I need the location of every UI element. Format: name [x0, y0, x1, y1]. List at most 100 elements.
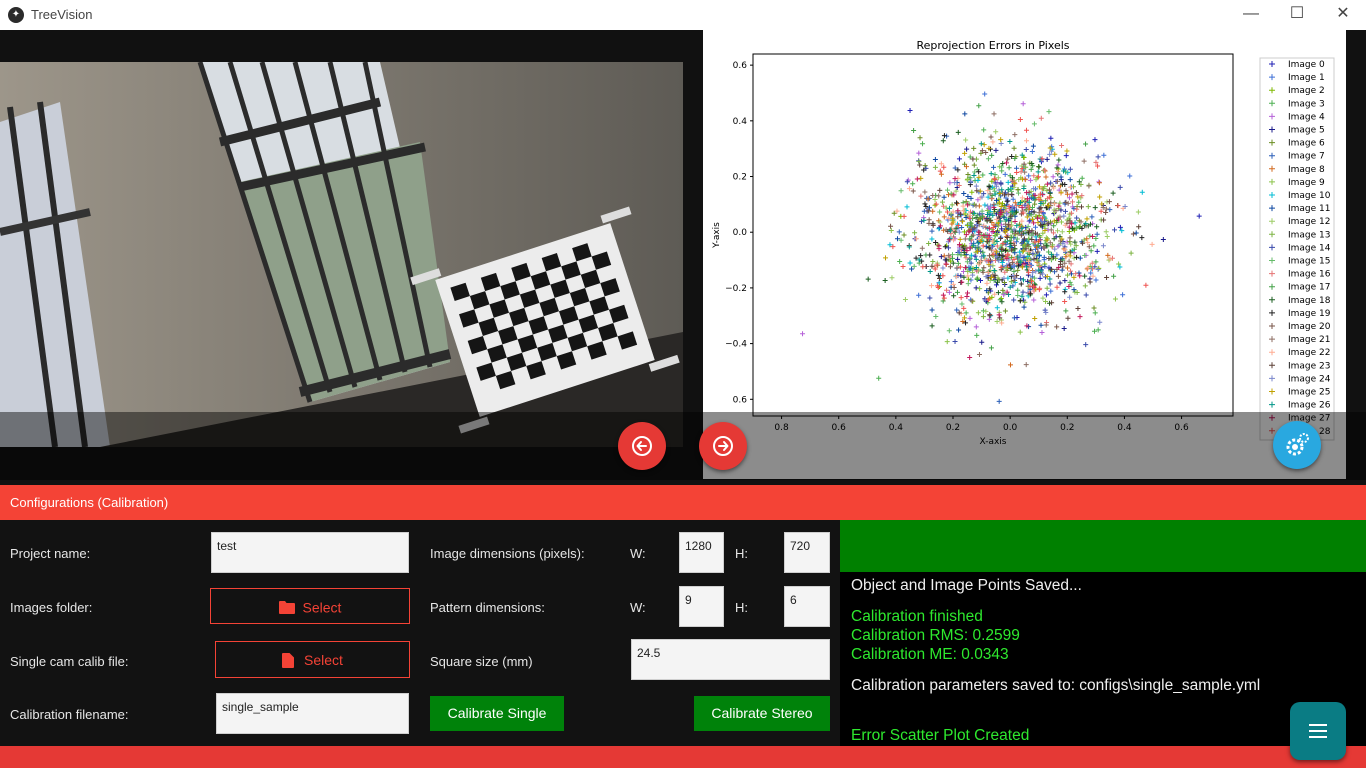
scatter-point — [982, 202, 988, 208]
scatter-point — [1055, 243, 1061, 249]
scatter-point — [1112, 227, 1118, 233]
scatter-point — [888, 228, 894, 234]
legend-entry: Image 2 — [1288, 86, 1325, 96]
legend-entry: Image 20 — [1288, 322, 1331, 332]
scatter-point — [1048, 180, 1054, 186]
scatter-point — [936, 218, 942, 224]
scatter-point — [1032, 316, 1038, 322]
calibration-form: Project name: test Images folder: Select… — [0, 520, 840, 746]
scatter-point — [1083, 342, 1089, 348]
scatter-point — [932, 202, 938, 208]
log-line: Calibration ME: 0.0343 — [851, 646, 1009, 663]
scatter-point — [1058, 174, 1064, 180]
scatter-point — [929, 228, 935, 234]
scatter-point — [1004, 198, 1010, 204]
scatter-point — [1059, 229, 1065, 235]
images-folder-select-button[interactable]: Select — [210, 588, 410, 624]
pattern-height-input[interactable]: 6 — [784, 586, 830, 627]
minimize-button[interactable]: — — [1228, 0, 1274, 30]
log-line: Calibration parameters saved to: configs… — [851, 677, 1261, 694]
scatter-point — [941, 295, 947, 301]
scatter-point — [1050, 174, 1056, 180]
scatter-point — [1065, 265, 1071, 271]
scatter-point — [920, 264, 926, 270]
log-console: Object and Image Points Saved... Calibra… — [840, 520, 1366, 746]
scatter-point — [1000, 160, 1006, 166]
square-size-input[interactable]: 24.5 — [631, 639, 830, 680]
scatter-point — [1076, 224, 1082, 230]
scatter-point — [1047, 281, 1053, 287]
scatter-point — [1062, 278, 1068, 284]
image-height-input[interactable]: 720 — [784, 532, 830, 573]
scatter-point — [1076, 199, 1082, 205]
scatter-point — [1092, 205, 1098, 211]
pattern-width-input[interactable]: 9 — [679, 586, 724, 627]
previous-image-button[interactable] — [618, 422, 666, 470]
scatter-point — [1130, 231, 1136, 237]
scatter-point — [1043, 174, 1049, 180]
scatter-point — [991, 164, 997, 170]
scatter-point — [1015, 190, 1021, 196]
scatter-point — [1003, 160, 1009, 166]
calibrate-stereo-button[interactable]: Calibrate Stereo — [694, 696, 830, 731]
project-name-input[interactable]: test — [211, 532, 409, 573]
scatter-point — [1062, 182, 1068, 188]
scatter-point — [955, 129, 961, 135]
scatter-point — [930, 193, 936, 199]
scatter-point — [959, 279, 965, 285]
scatter-point — [911, 127, 917, 133]
scatter-point — [994, 305, 1000, 311]
scatter-point — [930, 259, 936, 265]
scatter-point — [1097, 194, 1103, 200]
status-bar — [840, 520, 1366, 572]
single-cam-label: Single cam calib file: — [10, 654, 129, 669]
scatter-point — [933, 201, 939, 207]
legend-entry: Image 7 — [1288, 152, 1325, 162]
close-button[interactable]: ✕ — [1320, 0, 1366, 30]
scatter-point — [994, 318, 1000, 324]
scatter-point — [1023, 138, 1029, 144]
scatter-point — [991, 176, 997, 182]
scatter-point — [1048, 288, 1054, 294]
scatter-point — [1160, 237, 1166, 243]
scatter-point — [971, 172, 977, 178]
main-viewer: Reprojection Errors in Pixels 0.8 0.6 0.4 0… — [0, 30, 1366, 482]
scatter-point — [941, 253, 947, 259]
legend-entry: Image 17 — [1288, 283, 1331, 293]
menu-button[interactable] — [1290, 702, 1346, 760]
legend-entry: Image 0 — [1288, 60, 1325, 70]
scatter-point — [1043, 322, 1049, 328]
scatter-point — [992, 172, 998, 178]
window-title: TreeVision — [31, 7, 93, 22]
scatter-point — [1103, 229, 1109, 235]
scatter-point — [1021, 185, 1027, 191]
scatter-point — [971, 145, 977, 151]
scatter-point — [1047, 276, 1053, 282]
calibration-filename-input[interactable]: single_sample — [216, 693, 409, 734]
legend-entry: Image 8 — [1288, 165, 1325, 175]
legend-entry: Image 21 — [1288, 335, 1331, 345]
scatter-point — [940, 265, 946, 271]
scatter-point — [1067, 294, 1073, 300]
image-width-input[interactable]: 1280 — [679, 532, 724, 573]
scatter-point — [957, 236, 963, 242]
scatter-point — [981, 127, 987, 133]
scatter-point — [1103, 209, 1109, 215]
maximize-button[interactable]: ☐ — [1274, 0, 1320, 30]
scatter-point — [1002, 308, 1008, 314]
scatter-point — [1069, 199, 1075, 205]
scatter-point — [983, 308, 989, 314]
scatter-point — [966, 276, 972, 282]
settings-button[interactable] — [1273, 421, 1321, 469]
scatter-point — [1015, 293, 1021, 299]
scatter-point — [1059, 267, 1065, 273]
next-image-button[interactable] — [699, 422, 747, 470]
scatter-point — [910, 181, 916, 187]
single-cam-select-button[interactable]: Select — [215, 641, 410, 678]
calibrate-single-button[interactable]: Calibrate Single — [430, 696, 564, 731]
scatter-point — [1043, 309, 1049, 315]
scatter-point — [883, 255, 889, 261]
scatter-point — [1062, 208, 1068, 214]
scatter-point — [937, 168, 943, 174]
scatter-point — [1095, 267, 1101, 273]
